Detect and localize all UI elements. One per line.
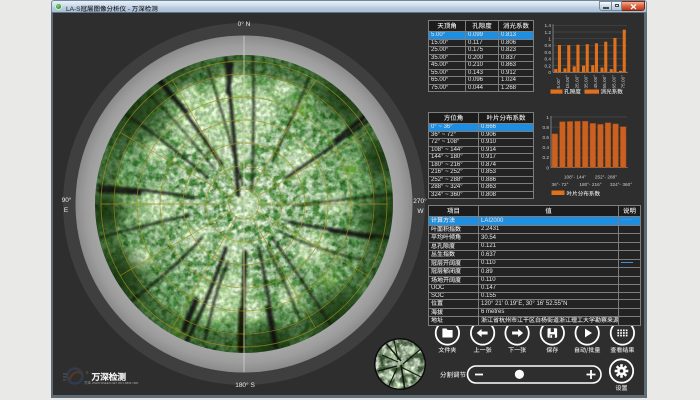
svg-text:75.00°: 75.00° xyxy=(621,75,626,89)
svg-text:上一张: 上一张 xyxy=(474,345,492,354)
svg-text:5.00°: 5.00° xyxy=(556,77,561,88)
svg-text:55.00°: 55.00° xyxy=(602,75,607,89)
svg-text:0.4: 0.4 xyxy=(542,145,549,150)
svg-text:自动/批量: 自动/批量 xyxy=(574,345,600,354)
svg-text:0: 0 xyxy=(546,165,549,170)
svg-text:W: W xyxy=(417,208,424,215)
svg-text:1.4: 1.4 xyxy=(544,23,551,28)
svg-text:0.8: 0.8 xyxy=(542,125,549,130)
svg-text:90°: 90° xyxy=(62,196,72,204)
svg-text:叶片分布系数: 叶片分布系数 xyxy=(567,190,601,198)
svg-text:万深: 万深 xyxy=(84,380,91,385)
svg-text:180° S: 180° S xyxy=(235,381,255,389)
svg-text:0.8: 0.8 xyxy=(544,43,551,48)
svg-text:孔隙度: 孔隙度 xyxy=(564,88,581,96)
svg-text:设置: 设置 xyxy=(615,383,627,392)
svg-text:65.00°: 65.00° xyxy=(611,75,616,89)
svg-text:1: 1 xyxy=(548,37,551,42)
svg-text:36°- 72°: 36°- 72° xyxy=(551,182,568,187)
svg-text:1.2: 1.2 xyxy=(544,30,551,35)
svg-text:108°- 144°: 108°- 144° xyxy=(564,175,586,180)
svg-text:45.00°: 45.00° xyxy=(593,75,598,89)
svg-text:消光系数: 消光系数 xyxy=(601,88,624,96)
svg-text:35.00°: 35.00° xyxy=(584,75,589,89)
svg-text:下一张: 下一张 xyxy=(508,345,526,354)
svg-text:180°- 216°: 180°- 216° xyxy=(579,182,601,187)
svg-text:WWW.WSEEN.NET 0571-8896-7981: WWW.WSEEN.NET 0571-8896-7981 xyxy=(92,381,139,385)
svg-text:270°: 270° xyxy=(413,197,427,205)
svg-text:0.6: 0.6 xyxy=(544,50,551,55)
svg-text:文件夹: 文件夹 xyxy=(438,345,456,354)
svg-text:15.00°: 15.00° xyxy=(565,75,570,89)
svg-text:E: E xyxy=(64,207,69,214)
svg-text:0° N: 0° N xyxy=(238,20,251,28)
svg-text:25.00°: 25.00° xyxy=(574,75,579,89)
svg-text:分割调节: 分割调节 xyxy=(440,369,467,379)
svg-text:0: 0 xyxy=(548,70,551,75)
svg-text:保存: 保存 xyxy=(546,345,558,354)
svg-text:0.2: 0.2 xyxy=(544,63,551,68)
svg-text:0.6: 0.6 xyxy=(542,135,549,140)
svg-text:0.2: 0.2 xyxy=(542,155,549,160)
svg-text:查看结果: 查看结果 xyxy=(610,345,634,354)
svg-text:252°- 288°: 252°- 288° xyxy=(595,175,617,180)
svg-text:1: 1 xyxy=(546,115,549,120)
svg-text:0.4: 0.4 xyxy=(544,57,551,62)
svg-text:324°- 360°: 324°- 360° xyxy=(610,182,632,187)
svg-text:®: ® xyxy=(86,371,89,375)
